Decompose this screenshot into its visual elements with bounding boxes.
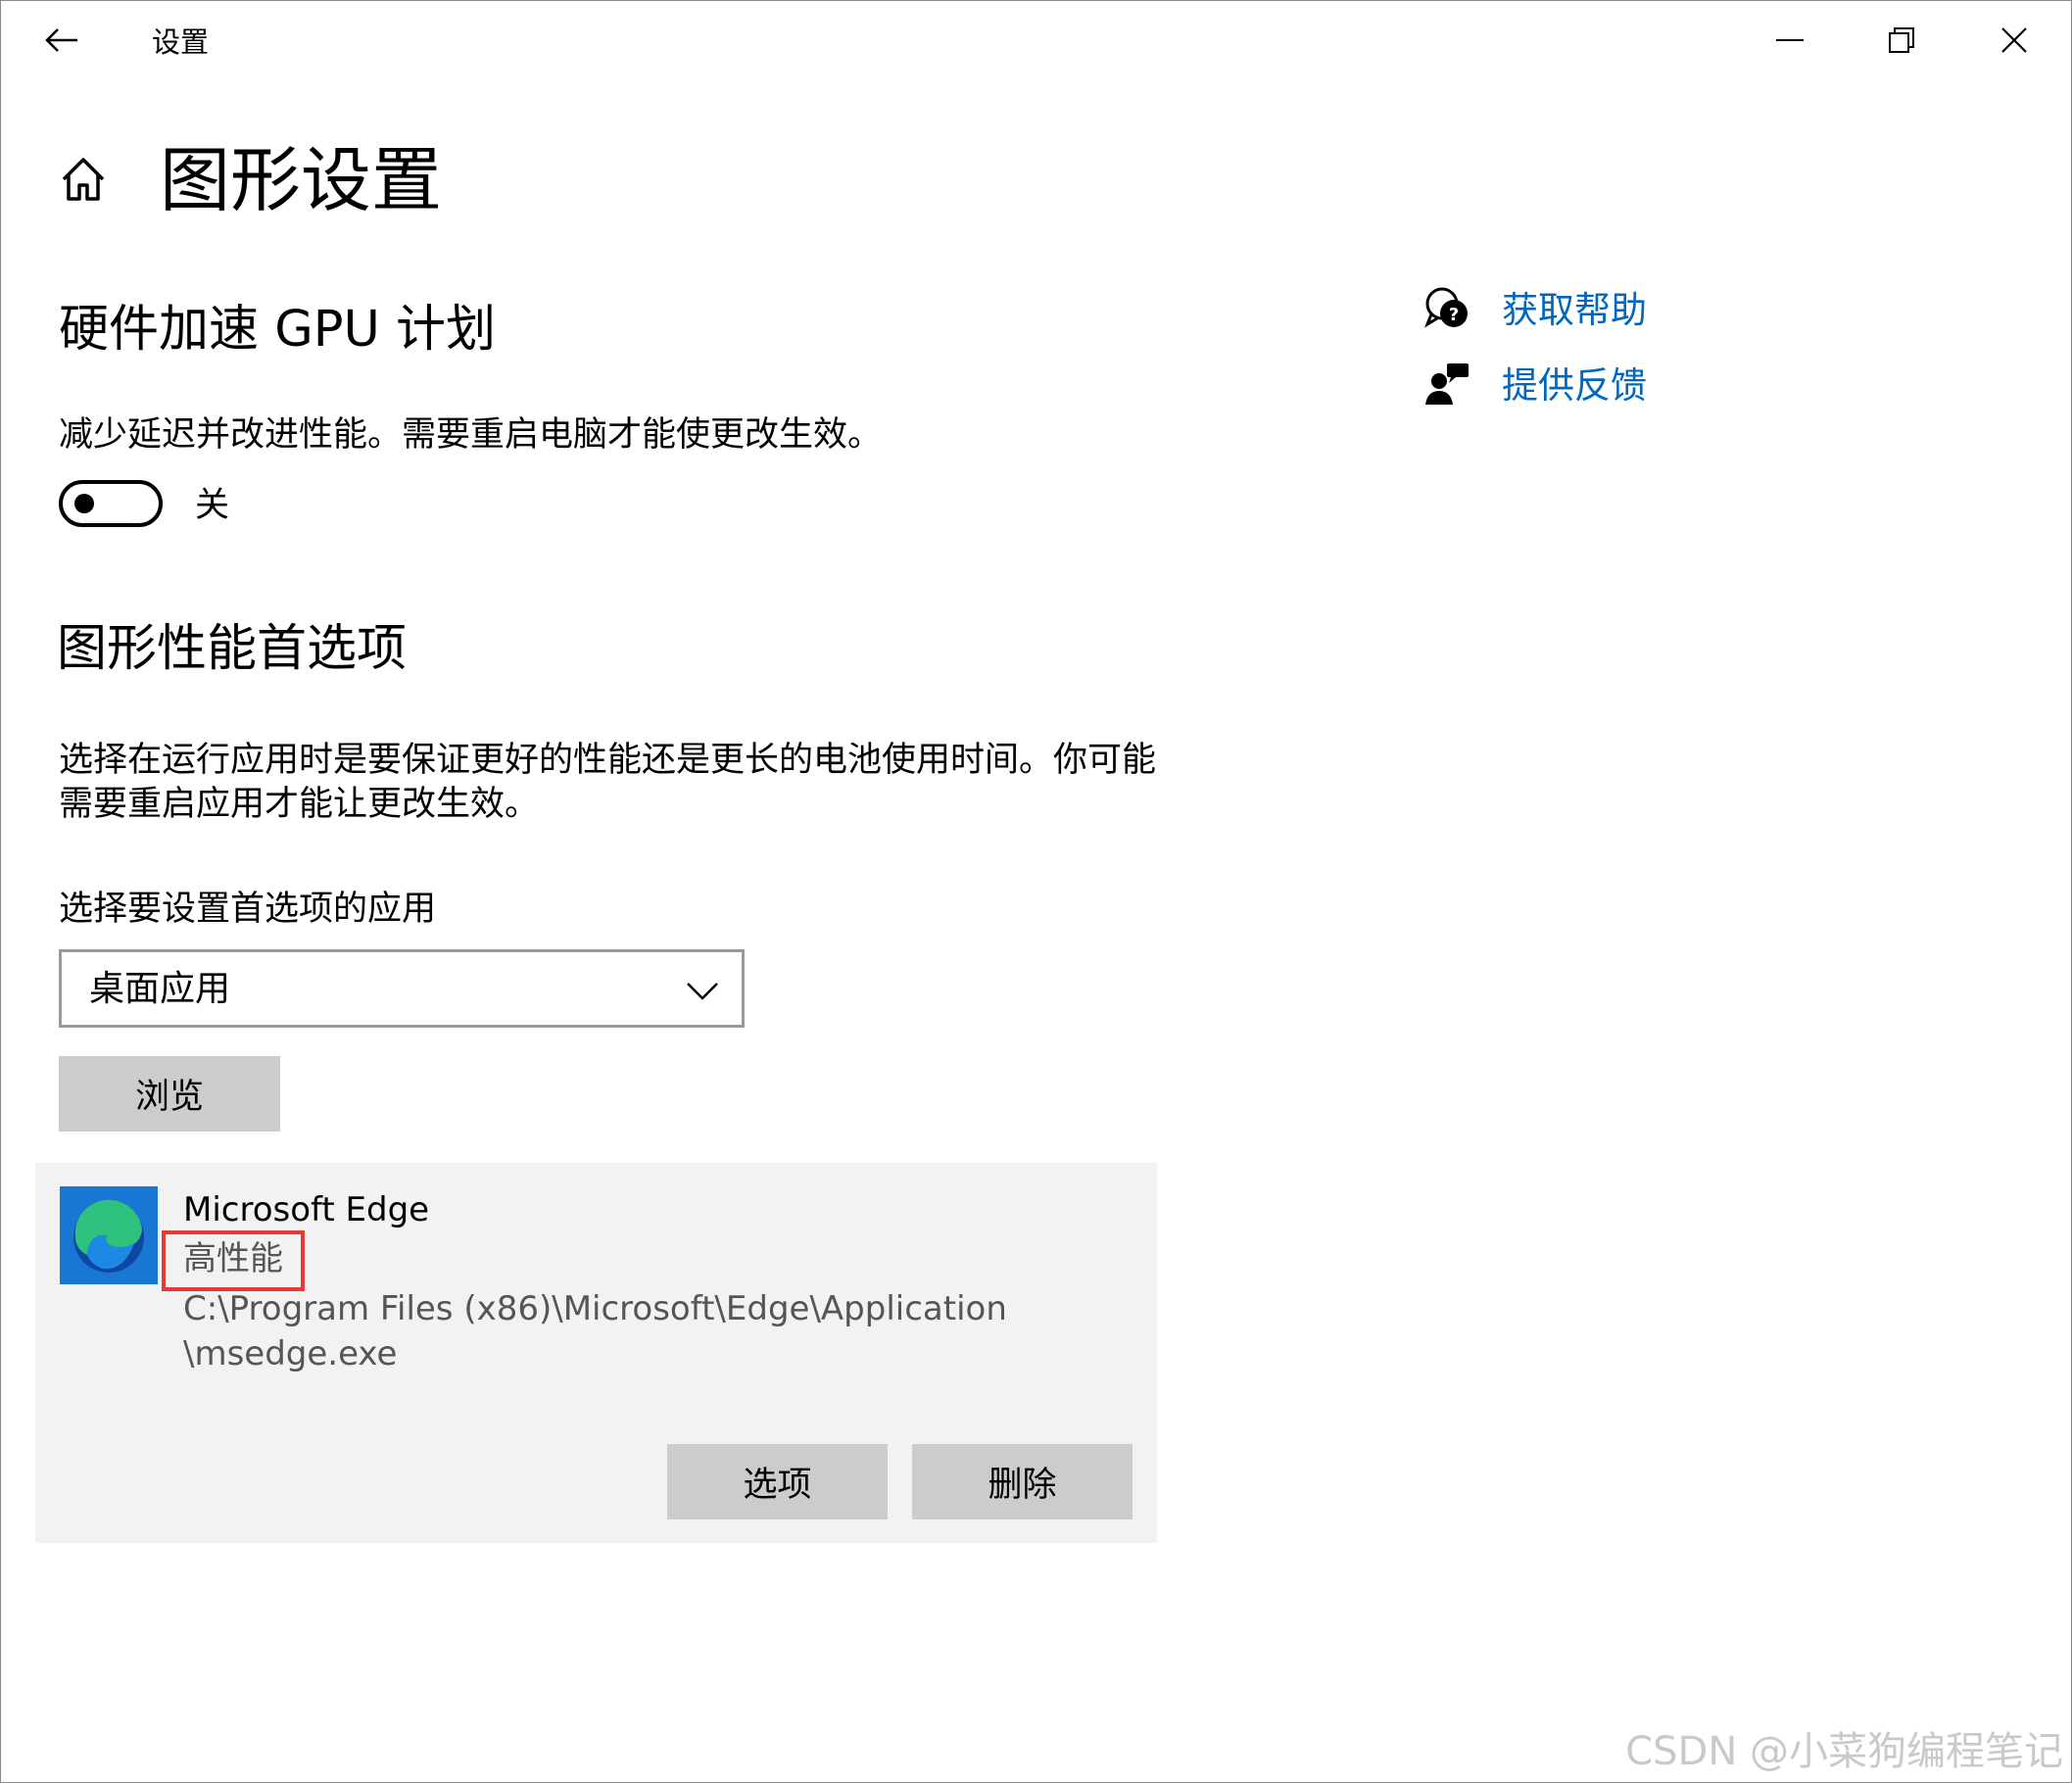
watermark: CSDN @小菜狗编程笔记 bbox=[1625, 1729, 2063, 1774]
feedback-icon bbox=[1423, 361, 1470, 409]
home-icon[interactable] bbox=[58, 154, 109, 205]
restore-icon bbox=[1889, 27, 1914, 53]
gpu-scheduling-heading: 硬件加速 GPU 计划 bbox=[59, 301, 497, 359]
graphics-preference-heading: 图形性能首选项 bbox=[57, 620, 408, 678]
close-button[interactable] bbox=[1975, 11, 2053, 70]
gpu-scheduling-toggle[interactable] bbox=[59, 480, 163, 527]
gpu-scheduling-description: 减少延迟并改进性能。需要重启电脑才能使更改生效。 bbox=[59, 415, 883, 455]
page-title: 图形设置 bbox=[160, 139, 443, 221]
restore-button[interactable] bbox=[1862, 11, 1941, 70]
toggle-state-label: 关 bbox=[195, 486, 230, 525]
options-button[interactable]: 选项 bbox=[667, 1444, 888, 1519]
chevron-down-icon bbox=[687, 983, 718, 1000]
browse-button[interactable]: 浏览 bbox=[59, 1056, 280, 1132]
settings-window: 设置 图形设置 硬件加速 GPU 计划 减少延迟并改进性能。需要重启电脑才能使更… bbox=[0, 0, 2072, 1783]
preference-description-line1: 选择在运行应用时是要保证更好的性能还是更长的电池使用时间。你可能 bbox=[59, 741, 1157, 780]
help-icon: ? bbox=[1423, 285, 1470, 332]
give-feedback-link[interactable]: 提供反馈 bbox=[1502, 361, 1647, 410]
app-type-dropdown[interactable]: 桌面应用 bbox=[59, 949, 745, 1028]
delete-button[interactable]: 删除 bbox=[912, 1444, 1132, 1519]
close-icon bbox=[2001, 27, 2027, 53]
back-arrow-icon bbox=[45, 28, 77, 52]
app-performance-setting: 高性能 bbox=[183, 1239, 283, 1278]
app-name: Microsoft Edge bbox=[183, 1190, 430, 1229]
svg-text:?: ? bbox=[1449, 305, 1459, 325]
back-button[interactable] bbox=[40, 19, 83, 62]
get-help-link[interactable]: 获取帮助 bbox=[1502, 286, 1647, 335]
preference-description-line2: 需要重启应用才能让更改生效。 bbox=[59, 785, 540, 824]
app-path-line1: C:\Program Files (x86)\Microsoft\Edge\Ap… bbox=[183, 1289, 1007, 1328]
window-title: 设置 bbox=[152, 25, 210, 59]
edge-app-icon bbox=[60, 1186, 158, 1284]
minimize-button[interactable] bbox=[1751, 11, 1829, 70]
toggle-knob bbox=[74, 494, 94, 513]
app-path-line2: \msedge.exe bbox=[183, 1334, 398, 1373]
dropdown-value: 桌面应用 bbox=[89, 969, 231, 1009]
select-app-label: 选择要设置首选项的应用 bbox=[59, 890, 437, 929]
minimize-icon bbox=[1776, 39, 1804, 41]
